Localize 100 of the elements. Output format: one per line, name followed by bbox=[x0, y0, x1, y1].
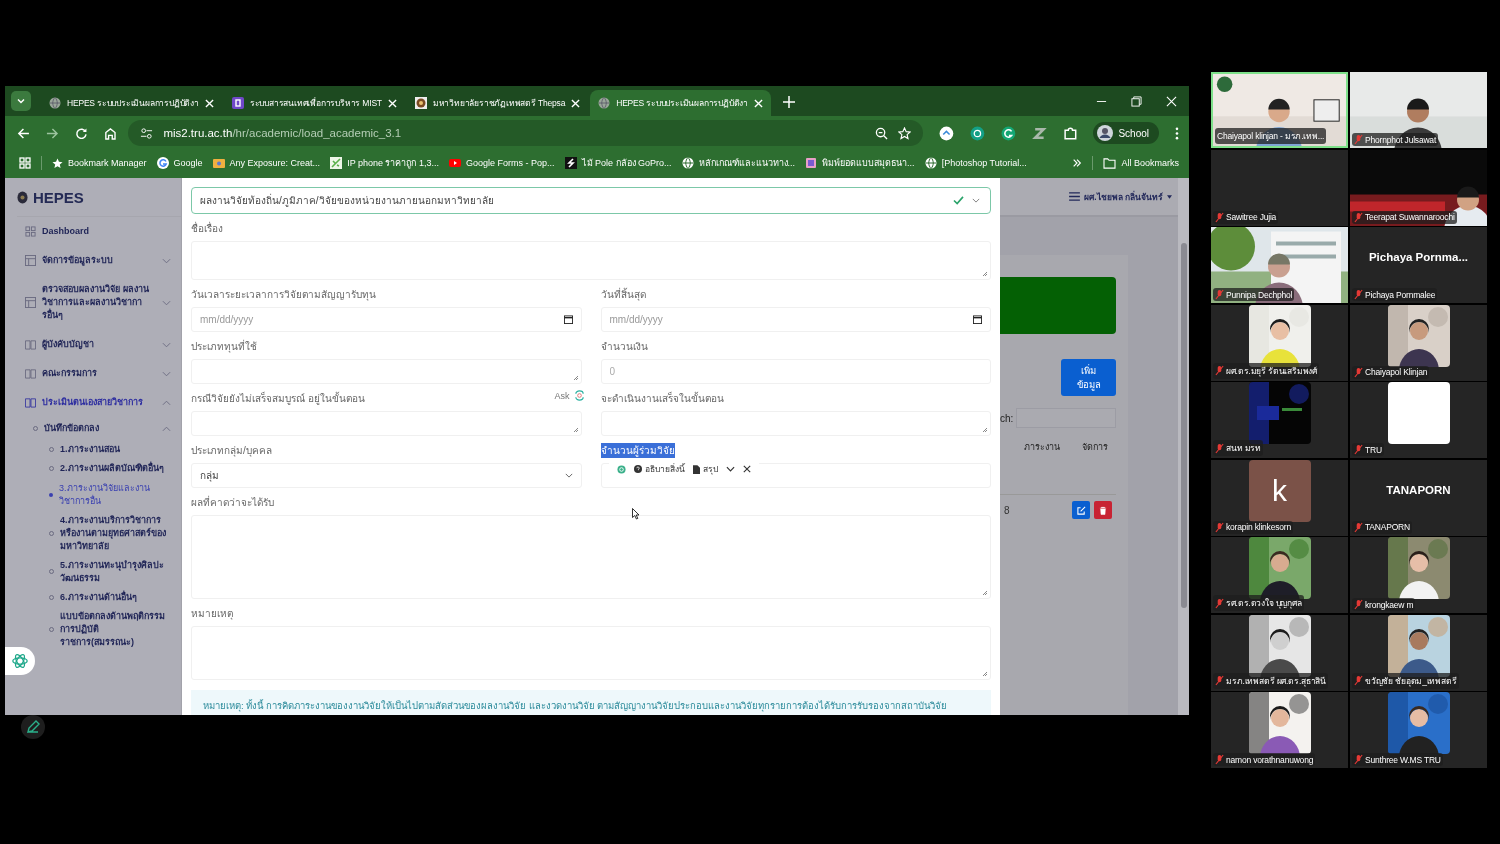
participant-tile[interactable]: k korapin klinkesorn bbox=[1211, 459, 1348, 536]
sidebar-item[interactable]: จัดการข้อมูลระบบ bbox=[19, 246, 181, 276]
more-bookmarks-icon[interactable] bbox=[1072, 158, 1083, 168]
browser-tab[interactable]: HEPES ระบบประเมินผลการปฏิบัติงา bbox=[590, 90, 771, 116]
type-select[interactable]: ผลงานวิจัยท้องถิ่น/ภูมิภาค/วิจัยของหน่วยงานภายนอกมหาวิทยาลัย bbox=[191, 187, 991, 214]
amount-field[interactable]: 0 bbox=[600, 359, 991, 384]
browser-tab[interactable]: HEPES ระบบประเมินผลการปฏิบัติงา bbox=[41, 90, 222, 116]
tab-title: ระบบสารสนเทศเพื่อการบริหาร MIST bbox=[249, 96, 382, 110]
participant-tile[interactable]: Chaiyapol Klinjan bbox=[1350, 304, 1487, 381]
sidebar-item[interactable]: ประเมินตนเองสายวิชาการ bbox=[19, 388, 181, 418]
sidebar-subitem[interactable]: 2.ภาระงานผลิตบัณฑิตอื่นๆ bbox=[45, 459, 181, 479]
add-button[interactable]: เพิ่มข้อมูล bbox=[1061, 359, 1116, 396]
participant-tile[interactable]: Chaiyapol klinjan - มรภ.เทพ... bbox=[1211, 72, 1348, 148]
bookmark[interactable]: Any Exposure: Creat... bbox=[212, 157, 321, 169]
back-icon[interactable] bbox=[17, 126, 30, 140]
restore-icon[interactable] bbox=[1131, 96, 1142, 107]
zoom-icon[interactable] bbox=[875, 126, 889, 140]
participant-tile[interactable]: Pichaya Pornma... Pichaya Pornmalee bbox=[1350, 227, 1487, 303]
edit-button[interactable] bbox=[1072, 501, 1090, 519]
notebook-icon bbox=[805, 157, 818, 169]
home-icon[interactable] bbox=[103, 126, 117, 140]
grammar-icon[interactable] bbox=[1001, 125, 1016, 141]
resize-grip-icon[interactable] bbox=[572, 375, 579, 381]
edit-icon bbox=[1076, 505, 1086, 515]
bookmark[interactable]: Bookmark Manager bbox=[52, 157, 147, 169]
all-bookmarks-button[interactable]: All Bookmarks bbox=[1103, 157, 1179, 169]
sidebar-subitem[interactable]: 5.ภาระงานทะนุบำรุงศิลปะวัฒนธรรม bbox=[45, 555, 181, 588]
apps-icon[interactable] bbox=[19, 157, 31, 169]
tab-search-button[interactable] bbox=[11, 91, 31, 111]
column-header[interactable]: ภาระงาน bbox=[1024, 440, 1060, 454]
sidebar-item[interactable]: ตรวจสอบผลงานวิจัย ผลงานวิชาการและผลงานวิชาการอื่นๆ bbox=[19, 275, 181, 331]
leaf-icon bbox=[330, 157, 343, 169]
participant-tile[interactable]: namon vorathnanuwong bbox=[1211, 692, 1348, 768]
participant-tile[interactable]: มรภ.เทพสตรี ผศ.ดร.สุธาสินี bbox=[1211, 614, 1348, 691]
close-icon[interactable] bbox=[742, 465, 751, 473]
site-info-icon[interactable] bbox=[140, 126, 154, 140]
sidebar-subitem[interactable]: 3.ภาระงานวิจัยและงานวิชาการอื่น bbox=[45, 478, 181, 511]
calendar-icon[interactable] bbox=[973, 315, 982, 324]
user-menu[interactable]: ผศ.ไชยพล กลิ่นจันทร์ bbox=[1069, 189, 1172, 204]
address-bar[interactable]: mis2.tru.ac.th/hr/academic/load_academic_3.1 bbox=[128, 120, 924, 146]
participant-tile[interactable]: สนท มรท bbox=[1211, 382, 1348, 458]
participant-tile[interactable]: Sunthree W.MS TRU bbox=[1350, 692, 1487, 768]
bookmark[interactable]: ไม้ Pole กล้อง GoPro... bbox=[564, 156, 672, 170]
pencil-icon[interactable] bbox=[21, 715, 45, 739]
sidebar-subitem[interactable]: แบบข้อตกลงด้านพฤติกรรมการปฏิบัติราชการ(สมรรถนะ) bbox=[45, 606, 181, 653]
extension-icon[interactable] bbox=[939, 125, 955, 141]
menu-icon bbox=[1069, 192, 1081, 201]
participant-tile[interactable]: ผศ.ดร.มยุรี รัตนเสริมพงศ์ bbox=[1211, 304, 1348, 381]
sidebar-label: ประเมินตนเองสายวิชาการ bbox=[42, 396, 144, 410]
bookmark[interactable]: [Photoshop Tutorial... bbox=[924, 157, 1027, 169]
calendar-icon[interactable] bbox=[563, 315, 573, 324]
sidebar-subitem[interactable]: 1.ภาระงานสอน bbox=[45, 440, 181, 460]
participant-name: Chaiyapol klinjan - มรภ.เทพ... bbox=[1215, 128, 1327, 144]
participant-tile[interactable]: Sawitree Jujia bbox=[1211, 149, 1348, 226]
participant-tile[interactable]: ขวัญชัย ชัยอุดม_เทพสตรี bbox=[1350, 614, 1487, 691]
star-icon[interactable] bbox=[898, 126, 912, 140]
resize-grip-icon[interactable] bbox=[982, 671, 988, 677]
new-tab-icon[interactable] bbox=[782, 96, 795, 108]
book-icon bbox=[25, 397, 36, 409]
participant-tile[interactable]: TANAPORN TANAPORN bbox=[1350, 459, 1487, 536]
summarize-button[interactable]: สรุป bbox=[692, 462, 718, 476]
bookmark[interactable]: หลักเกณฑ์และแนวทาง... bbox=[681, 156, 796, 170]
bookmark[interactable]: Google Forms - Pop... bbox=[449, 157, 555, 169]
flower-icon[interactable] bbox=[970, 125, 985, 141]
browser-tab[interactable]: ระบบสารสนเทศเพื่อการบริหาร MIST bbox=[223, 90, 405, 116]
chevron-down-icon[interactable] bbox=[725, 466, 735, 472]
scrollbar[interactable] bbox=[1178, 178, 1189, 715]
flower-icon[interactable] bbox=[616, 464, 626, 474]
delete-button[interactable] bbox=[1094, 501, 1112, 519]
field-label: วันที่สิ้นสุด bbox=[600, 287, 646, 302]
participant-tile[interactable]: รศ.ดร.ดวงใจ บุญกุศล bbox=[1211, 537, 1348, 613]
resize-grip-icon[interactable] bbox=[982, 590, 988, 596]
resize-grip-icon[interactable] bbox=[982, 427, 988, 433]
participant-name: ผศ.ดร.มยุรี รัตนเสริมพงศ์ bbox=[1213, 362, 1320, 379]
bookmark[interactable]: Google bbox=[156, 157, 203, 169]
resize-grip-icon[interactable] bbox=[572, 427, 579, 433]
participant-tile[interactable]: krongkaew m bbox=[1350, 537, 1487, 613]
bookmark[interactable]: พิมพ์ยอดแบบสมุดธนา... bbox=[805, 156, 915, 170]
sidebar-item[interactable]: ผู้บังคับบัญชา bbox=[19, 330, 181, 360]
profile-button[interactable]: School bbox=[1093, 122, 1159, 144]
reload-icon[interactable] bbox=[74, 126, 88, 140]
participant-tile[interactable]: Phornphot Julsawat bbox=[1350, 72, 1487, 148]
participant-tile[interactable]: TRU bbox=[1350, 382, 1487, 458]
sidebar-item[interactable]: คณะกรรมการ bbox=[19, 359, 181, 389]
sidebar-subitem[interactable]: 6.ภาระงานด้านอื่นๆ bbox=[45, 587, 181, 607]
menu-icon[interactable] bbox=[1175, 126, 1179, 140]
bookmark[interactable]: IP phone ราคาถูก 1,3... bbox=[330, 156, 439, 170]
forward-icon[interactable] bbox=[45, 126, 59, 140]
zigzag-icon[interactable] bbox=[1031, 125, 1047, 141]
resize-grip-icon[interactable] bbox=[982, 271, 988, 277]
explain-button[interactable]: อธิบายสิ่งนี้ bbox=[633, 462, 685, 476]
assistant-button[interactable] bbox=[5, 647, 35, 675]
browser-tab[interactable]: มหาวิทยาลัยราชภัฏเทพสตรี Thepsa bbox=[406, 90, 589, 116]
participant-tile[interactable]: Teerapat Suwannaroochi bbox=[1350, 149, 1487, 226]
select-field[interactable]: กลุ่ม bbox=[191, 463, 582, 488]
sidebar-item[interactable]: บันทึกข้อตกลง bbox=[19, 417, 181, 441]
puzzle-icon[interactable] bbox=[1062, 125, 1078, 141]
column-header[interactable]: จัดการ bbox=[1082, 440, 1108, 454]
sidebar-item[interactable]: Dashboard bbox=[19, 217, 181, 247]
sidebar-subitem[interactable]: 4.ภาระงานบริการวิชาการหรืองานตามยุทธศาสตร์ของมหาวิทยาลัย bbox=[45, 510, 181, 556]
